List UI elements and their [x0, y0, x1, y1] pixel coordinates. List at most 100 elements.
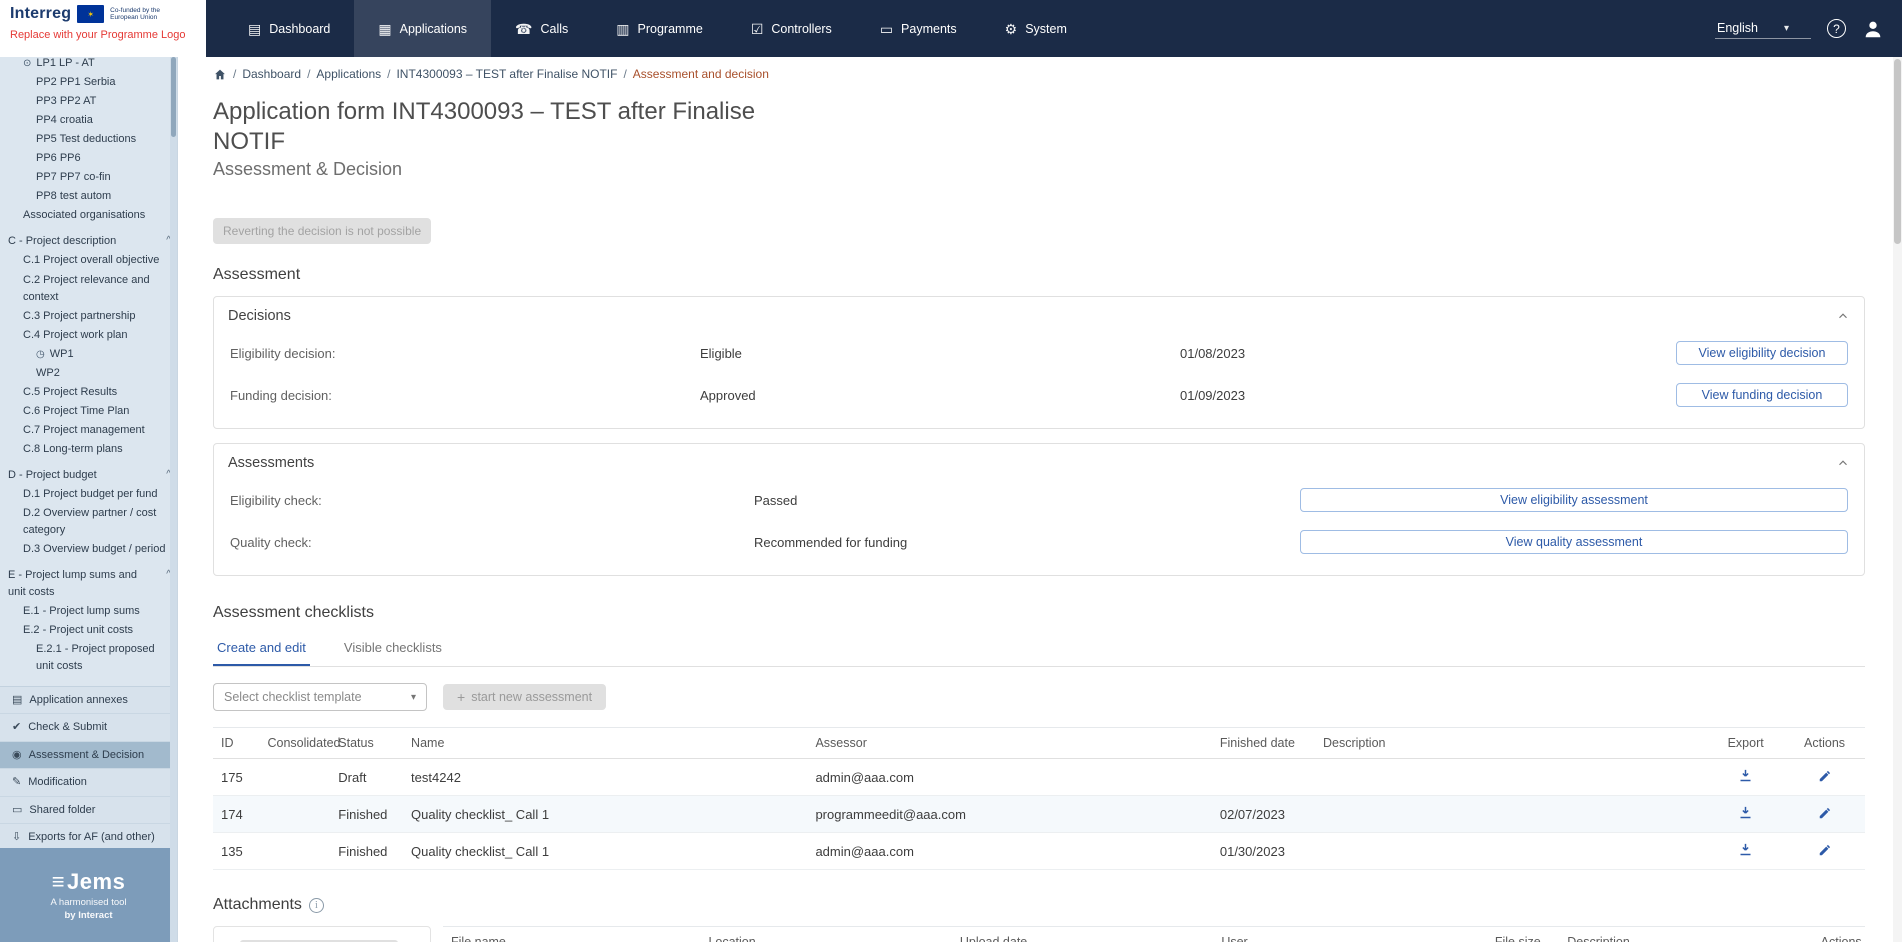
- sidebar-scrollbar[interactable]: [170, 57, 177, 942]
- checklists-tab[interactable]: Visible checklists: [340, 634, 446, 666]
- sidebar-item[interactable]: E.2.1 - Project proposed unit costs: [0, 640, 177, 676]
- sidebar-item[interactable]: C.2 Project relevance and context: [0, 271, 177, 307]
- sidebar-tool-item[interactable]: ✔ Check & Submit: [0, 714, 177, 742]
- breadcrumb-item[interactable]: Assessment and decision: [633, 67, 769, 81]
- assessment-label: Quality check:: [230, 535, 754, 550]
- sidebar-item[interactable]: E.2 - Project unit costs: [0, 621, 177, 640]
- checklist-finished-date: 01/30/2023: [1212, 833, 1315, 870]
- checklist-description: [1315, 833, 1707, 870]
- sidebar-item[interactable]: PP7 PP7 co-fin: [0, 168, 177, 187]
- sidebar-item[interactable]: D.2 Overview partner / cost category: [0, 504, 177, 540]
- sidebar-item[interactable]: C.6 Project Time Plan: [0, 402, 177, 421]
- sidebar-tool-label: Application annexes: [29, 692, 127, 709]
- topnav-item[interactable]: ☑ Controllers: [727, 0, 856, 57]
- download-icon[interactable]: [1738, 805, 1753, 820]
- attachments-table: File name Location Upload date User File…: [443, 926, 1865, 942]
- account-icon[interactable]: [1862, 18, 1884, 40]
- sidebar-item[interactable]: C.1 Project overall objective: [0, 251, 177, 270]
- topnav-item[interactable]: ▭ Payments: [856, 0, 981, 57]
- sidebar-item[interactable]: E.1 - Project lump sums: [0, 602, 177, 621]
- sidebar-item[interactable]: C.4 Project work plan: [0, 326, 177, 345]
- checklists-heading: Assessment checklists: [213, 604, 1865, 622]
- collapse-chevron-icon[interactable]: [1836, 456, 1850, 470]
- sidebar-item[interactable]: PP6 PP6: [0, 149, 177, 168]
- sidebar-item[interactable]: C - Project description: [0, 232, 177, 251]
- checklists-table-header: ID Consolidated Status Name Assessor Fin…: [213, 728, 1865, 759]
- sidebar-item-label: C.8 Long-term plans: [23, 441, 123, 458]
- topnav-label: Applications: [400, 22, 467, 36]
- sidebar-item[interactable]: Associated organisations: [0, 206, 177, 225]
- sidebar-item-label: E - Project lump sums and unit costs: [8, 567, 157, 601]
- breadcrumb-separator: /: [307, 67, 310, 81]
- sidebar-item-label: PP2 PP1 Serbia: [36, 74, 116, 91]
- topnav-item[interactable]: ▦ Applications: [354, 0, 491, 57]
- start-new-assessment-button[interactable]: + start new assessment: [443, 684, 606, 710]
- breadcrumb-item[interactable]: Applications: [316, 67, 381, 81]
- col-description: Description: [1315, 728, 1707, 759]
- programme-logo: Interreg ✶ Co-funded by the European Uni…: [0, 0, 206, 57]
- sidebar-item[interactable]: WP2: [0, 364, 177, 383]
- sidebar-item[interactable]: PP4 croatia: [0, 111, 177, 130]
- view-assessment-button[interactable]: View quality assessment: [1300, 530, 1848, 554]
- sidebar-item[interactable]: PP3 PP2 AT: [0, 92, 177, 111]
- checklist-template-select[interactable]: Select checklist template ▾: [213, 683, 427, 711]
- checklists-tab[interactable]: Create and edit: [213, 634, 310, 666]
- main-scrollbar[interactable]: [1893, 57, 1902, 942]
- sidebar-item-label: PP3 PP2 AT: [36, 93, 96, 110]
- topnav-item[interactable]: ▤ Dashboard: [224, 0, 354, 57]
- col-file-size: File size: [1487, 927, 1559, 942]
- sidebar-item[interactable]: ⊙ LP1 LP - AT: [0, 57, 177, 73]
- sidebar-item[interactable]: D.3 Overview budget / period: [0, 540, 177, 559]
- checklist-name: Quality checklist_ Call 1: [403, 833, 807, 870]
- sidebar-item[interactable]: D - Project budget: [0, 466, 177, 485]
- sidebar-item-label: LP1 LP - AT: [36, 57, 94, 72]
- sidebar-item-label: Associated organisations: [23, 207, 145, 224]
- wp-icon: ◷: [36, 347, 45, 363]
- topnav-item[interactable]: ⚙ System: [981, 0, 1091, 57]
- edit-icon[interactable]: [1818, 843, 1832, 857]
- help-icon[interactable]: ?: [1827, 19, 1846, 38]
- edit-icon[interactable]: [1818, 806, 1832, 820]
- attachments-heading: Attachments: [213, 896, 302, 914]
- download-icon[interactable]: [1738, 768, 1753, 783]
- sidebar-tool-item[interactable]: ✎ Modification: [0, 769, 177, 797]
- checklist-description: [1315, 759, 1707, 796]
- collapse-chevron-icon[interactable]: [1836, 309, 1850, 323]
- edit-icon[interactable]: [1818, 769, 1832, 783]
- view-assessment-button[interactable]: View eligibility assessment: [1300, 488, 1848, 512]
- sidebar-item[interactable]: ◷ WP1: [0, 345, 177, 364]
- download-icon[interactable]: [1738, 842, 1753, 857]
- view-decision-button[interactable]: View eligibility decision: [1676, 341, 1848, 365]
- sidebar-tool-label: Modification: [28, 774, 87, 791]
- revert-decision-button[interactable]: Reverting the decision is not possible: [213, 218, 431, 244]
- breadcrumb-item[interactable]: Dashboard: [242, 67, 301, 81]
- info-icon[interactable]: i: [309, 898, 324, 913]
- sidebar-item[interactable]: PP5 Test deductions: [0, 130, 177, 149]
- sidebar-item[interactable]: C.7 Project management: [0, 421, 177, 440]
- sidebar-item-label: D.3 Overview budget / period: [23, 541, 165, 558]
- sidebar-scrollbar-thumb[interactable]: [171, 57, 176, 137]
- sidebar-tool-item[interactable]: ◉ Assessment & Decision: [0, 742, 177, 770]
- checklist-consolidated: [260, 759, 331, 796]
- jems-tagline-2: by Interact: [64, 910, 112, 921]
- topnav-label: Controllers: [771, 22, 831, 36]
- sidebar-item[interactable]: D.1 Project budget per fund: [0, 485, 177, 504]
- main-scrollbar-thumb[interactable]: [1894, 59, 1901, 244]
- sidebar-item[interactable]: PP8 test autom: [0, 187, 177, 206]
- home-icon[interactable]: [213, 68, 227, 81]
- col-file-name: File name: [443, 927, 700, 942]
- sidebar-item[interactable]: C.5 Project Results: [0, 383, 177, 402]
- programme-icon: ▥: [616, 22, 629, 36]
- language-select[interactable]: English ▾: [1715, 18, 1811, 39]
- view-decision-button[interactable]: View funding decision: [1676, 383, 1848, 407]
- sidebar-tool-item[interactable]: ▤ Application annexes: [0, 687, 177, 715]
- sidebar-item[interactable]: C.8 Long-term plans: [0, 440, 177, 459]
- sidebar-item-label: PP6 PP6: [36, 150, 81, 167]
- topnav-item[interactable]: ▥ Programme: [592, 0, 727, 57]
- sidebar-item[interactable]: E - Project lump sums and unit costs: [0, 566, 177, 602]
- sidebar-tool-item[interactable]: ▭ Shared folder: [0, 797, 177, 825]
- breadcrumb-item[interactable]: INT4300093 – TEST after Finalise NOTIF: [396, 67, 617, 81]
- sidebar-item[interactable]: PP2 PP1 Serbia: [0, 73, 177, 92]
- topnav-item[interactable]: ☎ Calls: [491, 0, 592, 57]
- sidebar-item[interactable]: C.3 Project partnership: [0, 307, 177, 326]
